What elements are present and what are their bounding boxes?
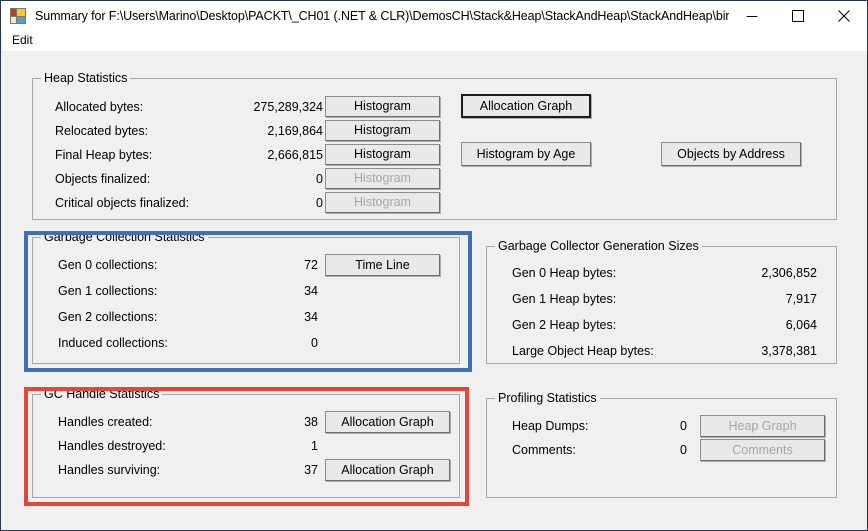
heap-row-label-3: Objects finalized: xyxy=(55,172,151,186)
menu-item-edit[interactable]: Edit xyxy=(4,31,40,50)
heap-statistics-title: Heap Statistics xyxy=(41,71,131,85)
gen-size-value-1: 7,917 xyxy=(785,292,817,306)
heap-row-label-2: Final Heap bytes: xyxy=(55,148,153,162)
time-line-button[interactable]: Time Line xyxy=(325,254,440,276)
title-bar: Summary for F:\Users\Marino\Desktop\PACK… xyxy=(1,1,867,31)
histogram-button-allocated-bytes[interactable]: Histogram xyxy=(325,96,440,117)
client-area: Heap Statistics Allocated bytes: 275,289… xyxy=(2,51,867,530)
profiling-row-value-0: 0 xyxy=(680,419,687,433)
gc-row-value-1: 34 xyxy=(304,284,318,298)
menu-bar: Edit xyxy=(2,30,867,51)
gc-generation-sizes-title: Garbage Collector Generation Sizes xyxy=(495,239,702,253)
profiling-statistics-group: Profiling Statistics Heap Dumps: 0 Comme… xyxy=(486,391,837,498)
handle-row-label-0: Handles created: xyxy=(58,415,153,429)
gen-size-label-3: Large Object Heap bytes: xyxy=(512,344,654,358)
histogram-button-objects-finalized: Histogram xyxy=(325,168,440,189)
histogram-button-critical-objects-finalized: Histogram xyxy=(325,192,440,213)
heap-row-value-2: 2,666,815 xyxy=(267,148,323,162)
heap-row-value-4: 0 xyxy=(316,196,323,210)
gen-size-label-2: Gen 2 Heap bytes: xyxy=(512,318,617,332)
minimize-button[interactable] xyxy=(729,1,775,30)
heap-row-label-0: Allocated bytes: xyxy=(55,100,144,114)
gc-row-label-1: Gen 1 collections: xyxy=(58,284,158,298)
heap-row-value-1: 2,169,864 xyxy=(267,124,323,138)
allocation-graph-button-handles-created[interactable]: Allocation Graph xyxy=(325,411,450,433)
allocation-graph-button[interactable]: Allocation Graph xyxy=(461,94,591,118)
gc-row-value-2: 34 xyxy=(304,310,318,324)
gc-handle-statistics-title: GC Handle Statistics xyxy=(41,387,163,401)
handle-row-value-1: 1 xyxy=(311,439,318,453)
gc-row-label-0: Gen 0 collections: xyxy=(58,258,158,272)
gc-handle-statistics-group: GC Handle Statistics Handles created: 38… xyxy=(32,387,460,498)
profiling-row-label-0: Heap Dumps: xyxy=(512,419,589,433)
app-windows-forms-icon xyxy=(10,7,26,24)
gen-size-label-0: Gen 0 Heap bytes: xyxy=(512,266,617,280)
gc-row-value-0: 72 xyxy=(304,258,318,272)
profiling-row-value-1: 0 xyxy=(680,443,687,457)
allocation-graph-button-handles-surviving[interactable]: Allocation Graph xyxy=(325,459,450,481)
handle-row-label-2: Handles surviving: xyxy=(58,463,161,477)
profiling-statistics-title: Profiling Statistics xyxy=(495,391,600,405)
heap-row-label-1: Relocated bytes: xyxy=(55,124,149,138)
heap-statistics-group: Heap Statistics Allocated bytes: 275,289… xyxy=(32,71,837,220)
garbage-collection-statistics-group: Garbage Collection Statistics Gen 0 coll… xyxy=(32,230,460,364)
gen-size-label-1: Gen 1 Heap bytes: xyxy=(512,292,617,306)
gen-size-value-2: 6,064 xyxy=(785,318,817,332)
heap-row-value-3: 0 xyxy=(316,172,323,186)
clr-profiler-summary-window: Summary for F:\Users\Marino\Desktop\PACK… xyxy=(0,0,868,531)
gc-generation-sizes-group: Garbage Collector Generation Sizes Gen 0… xyxy=(486,239,837,364)
close-button[interactable] xyxy=(821,1,867,30)
objects-by-address-button[interactable]: Objects by Address xyxy=(661,142,801,166)
gen-size-value-0: 2,306,852 xyxy=(761,266,817,280)
heap-row-value-0: 275,289,324 xyxy=(253,100,323,114)
handle-row-label-1: Handles destroyed: xyxy=(58,439,166,453)
window-title: Summary for F:\Users\Marino\Desktop\PACK… xyxy=(35,8,729,23)
gc-row-label-3: Induced collections: xyxy=(58,336,168,350)
gc-row-label-2: Gen 2 collections: xyxy=(58,310,158,324)
gen-size-value-3: 3,378,381 xyxy=(761,344,817,358)
profiling-row-label-1: Comments: xyxy=(512,443,576,457)
handle-row-value-2: 37 xyxy=(304,463,318,477)
histogram-button-final-heap-bytes[interactable]: Histogram xyxy=(325,144,440,165)
maximize-button[interactable] xyxy=(775,1,821,30)
histogram-button-relocated-bytes[interactable]: Histogram xyxy=(325,120,440,141)
heap-graph-button: Heap Graph xyxy=(700,415,825,437)
histogram-by-age-button[interactable]: Histogram by Age xyxy=(461,142,591,166)
handle-row-value-0: 38 xyxy=(304,415,318,429)
gc-statistics-title: Garbage Collection Statistics xyxy=(41,230,208,244)
comments-button: Comments xyxy=(700,439,825,461)
gc-row-value-3: 0 xyxy=(311,336,318,350)
